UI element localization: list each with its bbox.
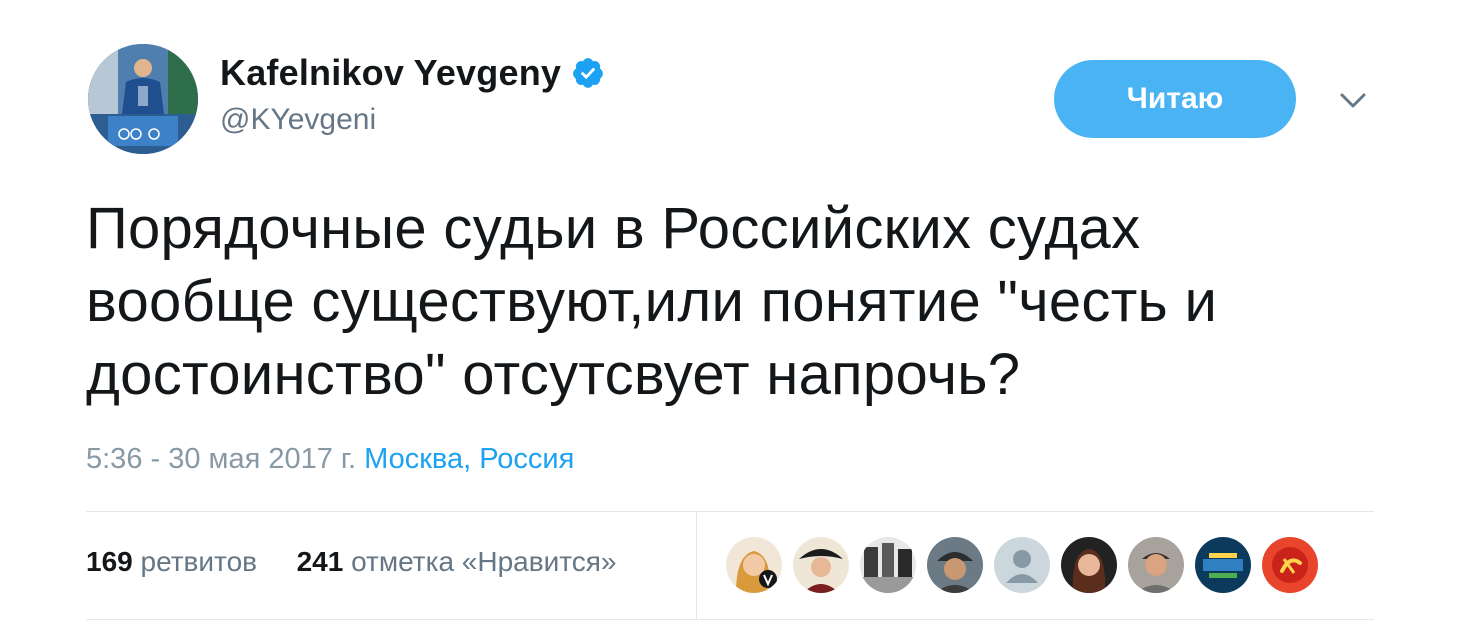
liker-avatar-8[interactable] (1195, 537, 1251, 593)
liker-avatar-6[interactable] (1061, 537, 1117, 593)
tweet-stats: 169 ретвитов 241 отметка «Нравится» (86, 546, 617, 578)
tweet-metadata: 5:36 - 30 мая 2017 г. Москва, Россия (86, 443, 574, 476)
likes-label: отметка «Нравится» (351, 546, 617, 577)
retweets-label: ретвитов (140, 546, 258, 577)
likes-stat[interactable]: 241 отметка «Нравится» (289, 546, 617, 577)
divider-vertical (696, 512, 697, 619)
liker-avatar-3[interactable] (860, 537, 916, 593)
tweet-text: Порядочные судьи в Российских судах вооб… (86, 196, 1218, 407)
divider-top (86, 511, 1374, 512)
user-avatar[interactable] (88, 44, 198, 154)
user-name-row[interactable]: Kafelnikov Yevgeny (220, 52, 605, 94)
display-name[interactable]: Kafelnikov Yevgeny (220, 52, 561, 94)
divider-bottom (86, 619, 1374, 620)
tweet-location-link[interactable]: Москва, Россия (364, 443, 574, 475)
verified-badge-icon (573, 58, 603, 88)
liker-avatar-4[interactable] (927, 537, 983, 593)
following-button[interactable]: Читаю (1054, 60, 1296, 138)
chevron-down-icon[interactable] (1336, 86, 1370, 114)
retweets-stat[interactable]: 169 ретвитов (86, 546, 265, 577)
likes-count: 241 (296, 546, 344, 577)
liker-avatar-9[interactable] (1262, 537, 1318, 593)
tweet-timestamp[interactable]: 5:36 - 30 мая 2017 г. (86, 443, 356, 475)
default-avatar-icon[interactable] (994, 537, 1050, 593)
liker-avatar-1[interactable] (726, 537, 782, 593)
user-handle[interactable]: @KYevgeni (220, 103, 376, 137)
retweets-count: 169 (86, 546, 133, 577)
liker-avatar-2[interactable] (793, 537, 849, 593)
liker-avatar-7[interactable] (1128, 537, 1184, 593)
likers-avatar-list (726, 537, 1329, 593)
